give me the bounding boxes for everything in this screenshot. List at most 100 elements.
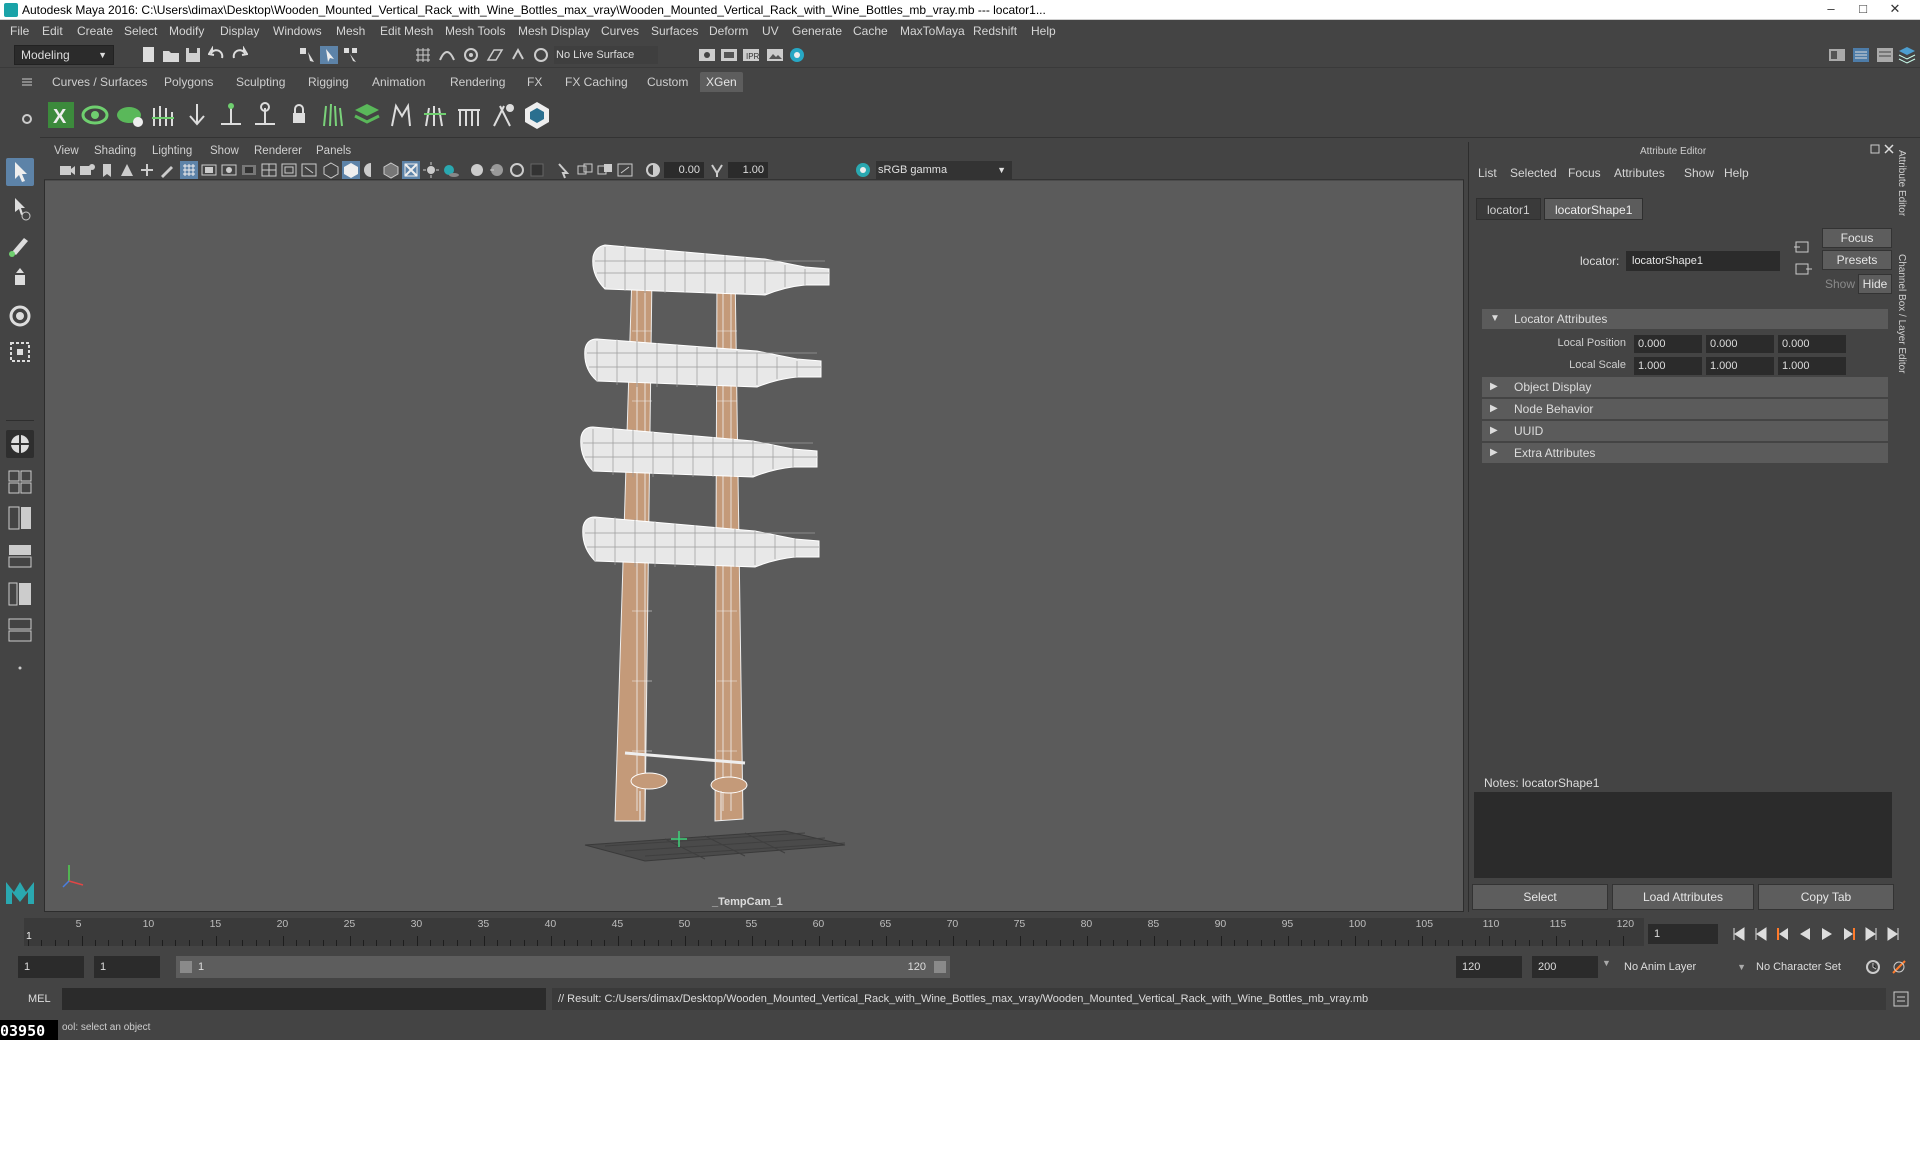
animation-end-field[interactable]: 200 [1532, 956, 1598, 978]
motion-blur-icon[interactable] [488, 161, 506, 179]
open-scene-icon[interactable] [162, 46, 180, 64]
live-surface-label[interactable]: No Live Surface [554, 46, 658, 64]
wine-bottle-1[interactable] [592, 244, 830, 296]
gamma-icon[interactable] [708, 161, 726, 179]
range-start-handle[interactable] [180, 961, 192, 973]
select-tool-icon[interactable] [6, 158, 34, 186]
snap-grid-icon[interactable] [414, 46, 432, 64]
make-live-icon[interactable] [532, 46, 550, 64]
range-slider[interactable]: 1 120 [176, 956, 950, 978]
menu-uv[interactable]: UV [762, 20, 779, 42]
view-transform-dropdown[interactable]: sRGB gamma ▼ [876, 161, 1012, 179]
viewport-scene[interactable] [45, 181, 1463, 911]
ae-select-button[interactable]: Select [1472, 884, 1608, 910]
gamma-field[interactable]: 1.00 [728, 162, 768, 178]
menu-mesh-display[interactable]: Mesh Display [518, 20, 590, 42]
chevron-down-icon[interactable]: ▼ [1602, 958, 1611, 968]
show-button[interactable]: Show [1824, 274, 1856, 294]
rotate-tool-icon[interactable] [6, 302, 34, 330]
xgen-create-description-icon[interactable] [114, 100, 144, 130]
render-view-icon[interactable] [766, 46, 784, 64]
vp-menu-panels[interactable]: Panels [316, 142, 351, 160]
snap-live-icon[interactable] [510, 46, 528, 64]
side-tab-channel-box[interactable]: Channel Box / Layer Editor [1896, 254, 1907, 374]
soft-select-icon[interactable] [6, 430, 34, 458]
step-forward-frame-icon[interactable] [1844, 928, 1855, 940]
xgen-modifier-icon[interactable] [488, 100, 518, 130]
local-scale-x[interactable]: 1.000 [1634, 357, 1702, 375]
menu-modify[interactable]: Modify [169, 20, 204, 42]
local-scale-y[interactable]: 1.000 [1706, 357, 1774, 375]
ipr-render-icon[interactable]: IPR [742, 46, 760, 64]
toolbox-more-icon[interactable] [16, 664, 24, 672]
go-to-start-icon[interactable] [1733, 927, 1745, 941]
animation-preferences-icon[interactable] [1890, 958, 1908, 976]
shelf-tab-animation[interactable]: Animation [366, 72, 431, 92]
xgen-guide-to-curve-icon[interactable] [250, 100, 280, 130]
3d-viewport[interactable] [45, 181, 1463, 911]
toggle-attribute-editor-icon[interactable] [1852, 46, 1870, 64]
image-plane-icon[interactable] [118, 161, 136, 179]
new-scene-icon[interactable] [140, 46, 158, 64]
float-panel-icon[interactable] [1870, 144, 1880, 154]
menu-help[interactable]: Help [1031, 20, 1056, 42]
toggle-channel-box-icon[interactable] [1898, 46, 1916, 64]
wine-bottle-4[interactable] [582, 516, 820, 568]
section-object-display[interactable]: ▶ Object Display [1482, 377, 1888, 397]
animation-start-field[interactable]: 1 [18, 956, 84, 978]
close-button[interactable]: ✕ [1880, 0, 1910, 18]
wine-bottle-3[interactable] [580, 426, 818, 478]
minimize-button[interactable]: – [1816, 0, 1846, 18]
anim-layer-dropdown[interactable]: No Anim Layer ▼ [1624, 956, 1748, 978]
layout-four-view-icon[interactable] [6, 468, 34, 496]
menu-select[interactable]: Select [124, 20, 157, 42]
ae-menu-selected[interactable]: Selected [1510, 166, 1557, 180]
maximize-button[interactable]: □ [1848, 0, 1878, 18]
play-forwards-icon[interactable] [1822, 928, 1832, 940]
play-backwards-icon[interactable] [1800, 928, 1810, 940]
go-to-end-icon[interactable] [1887, 927, 1899, 941]
menu-curves[interactable]: Curves [601, 20, 639, 42]
layout-graph-editor-icon[interactable] [6, 616, 34, 644]
focus-button[interactable]: Focus [1822, 228, 1892, 248]
wine-bottle-2[interactable] [584, 338, 822, 388]
menu-mesh-tools[interactable]: Mesh Tools [445, 20, 505, 42]
isolate-select-icon[interactable] [554, 161, 572, 179]
snap-curve-icon[interactable] [438, 46, 456, 64]
scale-tool-icon[interactable] [6, 338, 34, 366]
film-gate-icon[interactable] [200, 161, 218, 179]
undo-icon[interactable] [208, 46, 226, 64]
ae-menu-attributes[interactable]: Attributes [1614, 166, 1665, 180]
xgen-lock-guide-icon[interactable] [284, 100, 314, 130]
current-frame-field[interactable]: 1 [1648, 924, 1718, 944]
local-position-x[interactable]: 0.000 [1634, 335, 1702, 353]
vp-menu-shading[interactable]: Shading [94, 142, 136, 160]
xgen-cut-icon[interactable] [420, 100, 450, 130]
shelf-tab-custom[interactable]: Custom [641, 72, 694, 92]
xray-active-components-icon[interactable] [596, 161, 614, 179]
menu-cache[interactable]: Cache [853, 20, 888, 42]
step-back-frame-icon[interactable] [1777, 928, 1788, 940]
camera-attributes-icon[interactable] [58, 161, 76, 179]
side-tab-attribute-editor[interactable]: Attribute Editor [1896, 150, 1907, 216]
layout-outliner-persp-icon[interactable] [6, 542, 34, 570]
smooth-shade-all-icon[interactable] [342, 161, 360, 179]
select-by-component-icon[interactable] [342, 46, 360, 64]
use-default-material-icon[interactable] [362, 161, 380, 179]
xgen-editor-icon[interactable]: X [46, 100, 76, 130]
local-position-z[interactable]: 0.000 [1778, 335, 1846, 353]
ae-menu-list[interactable]: List [1478, 166, 1497, 180]
layout-two-side-icon[interactable] [6, 504, 34, 532]
multisample-aa-icon[interactable] [508, 161, 526, 179]
menu-edit[interactable]: Edit [42, 20, 63, 42]
section-extra-attributes[interactable]: ▶ Extra Attributes [1482, 443, 1888, 463]
save-scene-icon[interactable] [184, 46, 202, 64]
move-tool-icon[interactable] [6, 266, 34, 294]
shelf-tab-curves-surfaces[interactable]: Curves / Surfaces [46, 72, 153, 92]
xray-joints-icon[interactable] [576, 161, 594, 179]
bookmark-icon[interactable] [98, 161, 116, 179]
xgen-interactive-groom-icon[interactable] [522, 100, 552, 130]
shelf-tab-sculpting[interactable]: Sculpting [230, 72, 291, 92]
screen-space-ao-icon[interactable] [468, 161, 486, 179]
menu-edit-mesh[interactable]: Edit Mesh [380, 20, 433, 42]
